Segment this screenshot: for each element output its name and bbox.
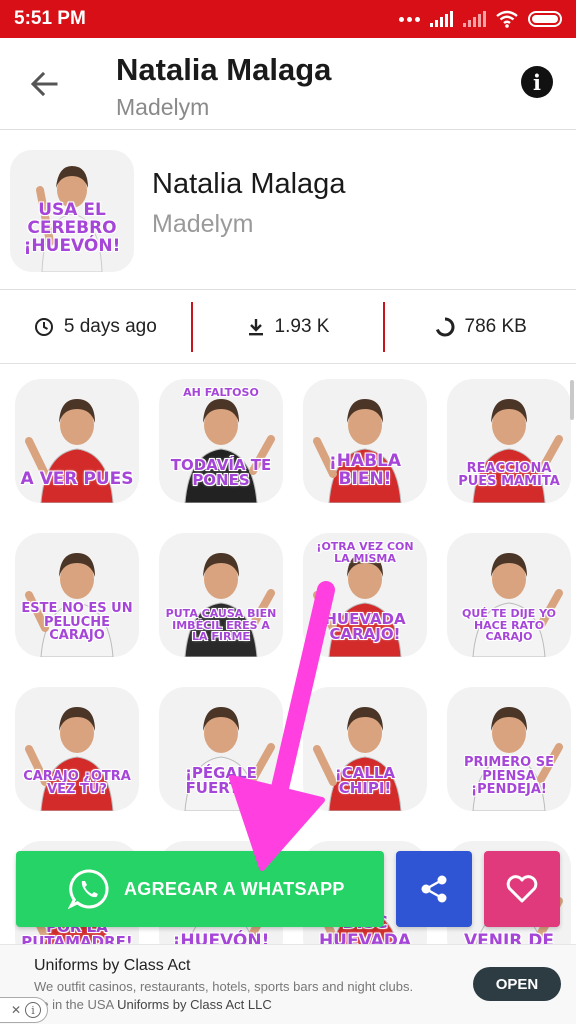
signal-secondary-icon <box>463 11 486 27</box>
stat-updated: 5 days ago <box>0 316 191 338</box>
ad-text: We outfit casinos, restaurants, hotels, … <box>34 979 414 994</box>
wifi-icon <box>496 10 518 28</box>
stat-downloads-value: 1.93 K <box>274 315 330 337</box>
ad-open-button[interactable]: OPEN <box>473 967 561 1001</box>
sticker-caption: ¡HABLA BIEN! <box>328 451 402 490</box>
sticker-caption: ESTE NO ES UN PELUCHE CARAJO <box>21 601 133 644</box>
download-icon <box>248 318 263 335</box>
add-to-whatsapp-label: AGREGAR A WHATSAPP <box>124 878 345 899</box>
ad-title[interactable]: Uniforms by Class Act <box>34 957 190 975</box>
sticker-item[interactable]: ¡OTRA VEZ CON LA MISMA HUEVADA CARAJO! <box>303 533 427 657</box>
ad-source-brand: Uniforms by Class Act LLC <box>117 997 272 1012</box>
sticker-caption: A VER PUES <box>20 469 134 490</box>
sticker-caption: QUÉ TE DIJE YO HACE RATO CARAJO <box>461 607 557 644</box>
tray-caption: USA EL CEREBRO ¡HUEVÓN! <box>23 200 121 256</box>
favorite-button[interactable] <box>484 851 560 927</box>
status-time: 5:51 PM <box>14 8 86 29</box>
app-bar: Natalia Malaga Madelym i <box>0 38 576 130</box>
ad-info-icon[interactable]: i <box>25 1002 41 1018</box>
sticker-caption-top: AH FALTOSO <box>183 386 259 399</box>
sticker-caption: HUEVADA CARAJO! <box>324 609 406 644</box>
info-icon[interactable]: i <box>521 66 553 98</box>
stat-updated-value: 5 days ago <box>63 315 157 337</box>
app-screen: 5:51 PM Natalia Malaga Madelym i USA EL … <box>0 0 576 1024</box>
sticker-caption-top: ¡OTRA VEZ CON LA MISMA <box>316 540 414 565</box>
stat-size: 786 KB <box>385 316 576 338</box>
sticker-caption: REACCIONA PUES MAMITA <box>458 460 560 490</box>
sticker-item[interactable]: CARAJO ¿OTRA VEZ TÚ? <box>15 687 139 811</box>
ad-source: de in the USA Uniforms by Class Act LLC <box>34 997 272 1012</box>
sticker-item[interactable]: REACCIONA PUES MAMITA <box>447 379 571 503</box>
pack-tray-image: USA EL CEREBRO ¡HUEVÓN! <box>10 150 134 272</box>
sticker-item[interactable]: PUTA CAUSA BIEN IMBÉCIL ERES A LA FIRME <box>159 533 283 657</box>
sticker-caption: PRIMERO SE PIENSA ¡PENDEJA! <box>463 755 555 798</box>
share-button[interactable] <box>396 851 472 927</box>
size-ring-icon <box>435 317 454 336</box>
sticker-caption: CARAJO ¿OTRA VEZ TÚ? <box>23 768 131 798</box>
share-icon <box>421 875 447 903</box>
sticker-item[interactable]: PRIMERO SE PIENSA ¡PENDEJA! <box>447 687 571 811</box>
pack-header: USA EL CEREBRO ¡HUEVÓN! Natalia Malaga M… <box>0 130 576 290</box>
sticker-item[interactable]: ¡HABLA BIEN! <box>303 379 427 503</box>
pack-title: Natalia Malaga <box>152 168 346 200</box>
stat-downloads: 1.93 K <box>193 316 384 338</box>
signal-strength-icon <box>430 11 453 27</box>
sticker-item[interactable]: ¡CALLA CHIPI! <box>303 687 427 811</box>
pack-stats-row: 5 days ago 1.93 K 786 KB <box>0 290 576 364</box>
app-bar-subtitle: Madelym <box>116 94 210 120</box>
stat-size-value: 786 KB <box>464 315 527 337</box>
sticker-item[interactable]: AH FALTOSO TODAVÍA TE PONES <box>159 379 283 503</box>
sticker-item[interactable]: ¡PÉGALE FUERTE! <box>159 687 283 811</box>
ad-close-icon[interactable]: ✕ <box>11 1003 21 1017</box>
pack-author: Madelym <box>152 210 254 238</box>
heart-icon <box>506 875 538 903</box>
sticker-caption: ¡PÉGALE FUERTE! <box>185 763 257 798</box>
add-to-whatsapp-button[interactable]: AGREGAR A WHATSAPP <box>16 851 384 927</box>
whatsapp-icon <box>68 869 109 910</box>
adchoices-icon[interactable]: ✕ i <box>0 997 48 1023</box>
sticker-item[interactable]: QUÉ TE DIJE YO HACE RATO CARAJO <box>447 533 571 657</box>
status-bar: 5:51 PM <box>0 0 576 38</box>
status-icons <box>399 10 562 28</box>
scrollbar[interactable] <box>570 380 574 420</box>
clock-icon <box>34 317 53 336</box>
sticker-caption: TODAVÍA TE PONES <box>170 455 272 490</box>
ad-banner[interactable]: Uniforms by Class Act We outfit casinos,… <box>0 944 576 1024</box>
app-bar-title: Natalia Malaga <box>116 52 332 87</box>
battery-icon <box>528 11 562 27</box>
sticker-caption: PUTA CAUSA BIEN IMBÉCIL ERES A LA FIRME <box>165 607 277 644</box>
sticker-item[interactable]: A VER PUES <box>15 379 139 503</box>
back-arrow-icon[interactable] <box>26 66 62 102</box>
notification-dots-icon <box>399 16 420 22</box>
sticker-item[interactable]: ESTE NO ES UN PELUCHE CARAJO <box>15 533 139 657</box>
sticker-caption: ¡CALLA CHIPI! <box>334 763 396 798</box>
